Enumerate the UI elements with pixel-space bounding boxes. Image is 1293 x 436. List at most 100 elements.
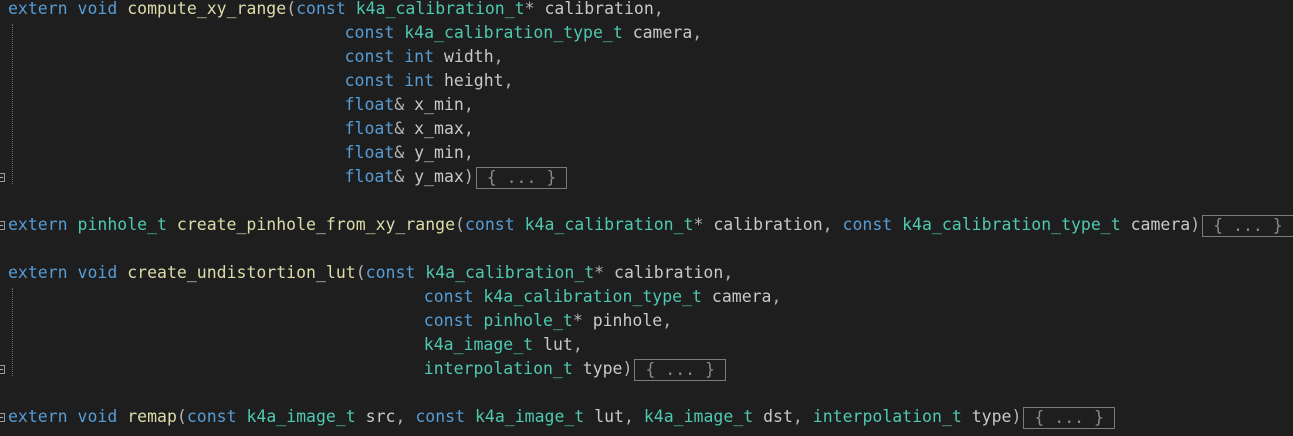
code-token: ) bbox=[1190, 215, 1201, 234]
code-line[interactable]: const int height, bbox=[345, 69, 514, 93]
code-token: compute_xy_range bbox=[127, 0, 287, 18]
code-token: const bbox=[842, 215, 893, 234]
code-line[interactable]: float& x_max, bbox=[345, 117, 474, 141]
code-token: k4a_calibration_t bbox=[355, 0, 525, 18]
code-line[interactable]: float& y_min, bbox=[345, 141, 474, 165]
code-token: k4a_image_t bbox=[643, 407, 754, 426]
code-token: , bbox=[792, 407, 813, 426]
code-token: ( bbox=[286, 0, 297, 18]
fold-marker-icon[interactable] bbox=[0, 413, 5, 422]
code-token: calibration bbox=[713, 215, 823, 234]
code-line[interactable]: extern void create_undistortion_lut(cons… bbox=[8, 261, 733, 285]
code-token: k4a_calibration_t bbox=[524, 215, 694, 234]
code-token: const bbox=[344, 47, 395, 66]
code-token: * bbox=[594, 263, 615, 282]
fold-marker-icon[interactable] bbox=[0, 221, 5, 230]
code-token: const bbox=[344, 71, 395, 90]
code-token: pinhole bbox=[592, 311, 663, 330]
code-line[interactable]: float& y_max){ ... } bbox=[345, 165, 568, 189]
code-line[interactable]: extern pinhole_t create_pinhole_from_xy_… bbox=[8, 213, 1293, 237]
code-token: const bbox=[423, 287, 474, 306]
code-token: , bbox=[463, 143, 474, 162]
code-token: pinhole_t bbox=[483, 311, 573, 330]
code-token: , bbox=[503, 71, 514, 90]
code-token: remap bbox=[127, 407, 177, 426]
collapsed-block-button[interactable]: { ... } bbox=[1023, 406, 1115, 429]
code-line[interactable]: k4a_image_t lut, bbox=[424, 333, 583, 357]
code-token: ( bbox=[176, 407, 187, 426]
code-line[interactable]: extern void compute_xy_range(const k4a_c… bbox=[8, 0, 664, 21]
code-token: k4a_image_t bbox=[474, 407, 585, 426]
code-token: ) bbox=[622, 359, 633, 378]
code-token: const bbox=[464, 215, 515, 234]
code-token: camera bbox=[1130, 215, 1191, 234]
code-line[interactable]: const k4a_calibration_type_t camera, bbox=[345, 21, 703, 45]
code-line[interactable]: const k4a_calibration_type_t camera, bbox=[424, 285, 782, 309]
code-token: const bbox=[296, 0, 346, 18]
code-token: ) bbox=[1011, 407, 1022, 426]
code-token: x_max bbox=[414, 119, 464, 138]
code-token: , bbox=[662, 311, 673, 330]
code-token: , bbox=[463, 119, 474, 138]
code-token: create_undistortion_lut bbox=[127, 263, 356, 282]
code-token: k4a_image_t bbox=[246, 407, 356, 426]
code-editor[interactable]: extern void compute_xy_range(const k4a_c… bbox=[0, 0, 1293, 436]
code-token: const bbox=[344, 23, 395, 42]
code-token: void bbox=[77, 263, 118, 282]
code-token: , bbox=[395, 407, 416, 426]
collapsed-block-button[interactable]: { ... } bbox=[475, 166, 568, 189]
code-token: pinhole_t bbox=[77, 215, 167, 234]
code-token: , bbox=[463, 95, 474, 114]
code-token: calibration bbox=[544, 0, 654, 18]
indent-guide bbox=[12, 24, 13, 184]
code-line[interactable]: float& x_min, bbox=[345, 93, 474, 117]
code-line[interactable]: const int width, bbox=[345, 45, 504, 69]
code-token: width bbox=[443, 47, 494, 66]
code-token: , bbox=[653, 0, 664, 18]
code-token: type bbox=[582, 359, 623, 378]
code-token: float bbox=[344, 119, 395, 138]
code-token: x_min bbox=[414, 95, 464, 114]
fold-marker-icon[interactable] bbox=[0, 173, 5, 182]
code-token: dst bbox=[763, 407, 793, 426]
code-token: lut bbox=[594, 407, 624, 426]
code-token: int bbox=[404, 47, 435, 66]
code-token: k4a_calibration_type_t bbox=[902, 215, 1121, 234]
code-token: interpolation_t bbox=[423, 359, 573, 378]
code-token: create_pinhole_from_xy_range bbox=[176, 215, 456, 234]
fold-marker-icon[interactable] bbox=[0, 365, 5, 374]
code-token: , bbox=[624, 407, 644, 426]
code-token: camera bbox=[632, 23, 693, 42]
code-line[interactable]: const pinhole_t* pinhole, bbox=[424, 309, 672, 333]
collapsed-block-button[interactable]: { ... } bbox=[634, 358, 726, 381]
code-token: * bbox=[524, 0, 545, 18]
code-token: calibration bbox=[614, 263, 724, 282]
collapsed-block-button[interactable]: { ... } bbox=[1202, 214, 1293, 237]
code-token: * bbox=[572, 311, 593, 330]
code-line[interactable]: extern void remap(const k4a_image_t src,… bbox=[8, 405, 1115, 429]
code-token: extern bbox=[8, 263, 68, 282]
code-token: , bbox=[692, 23, 703, 42]
code-token: , bbox=[493, 47, 504, 66]
code-token: src bbox=[365, 407, 396, 426]
code-line[interactable]: interpolation_t type){ ... } bbox=[424, 357, 726, 381]
code-token: const bbox=[415, 407, 466, 426]
